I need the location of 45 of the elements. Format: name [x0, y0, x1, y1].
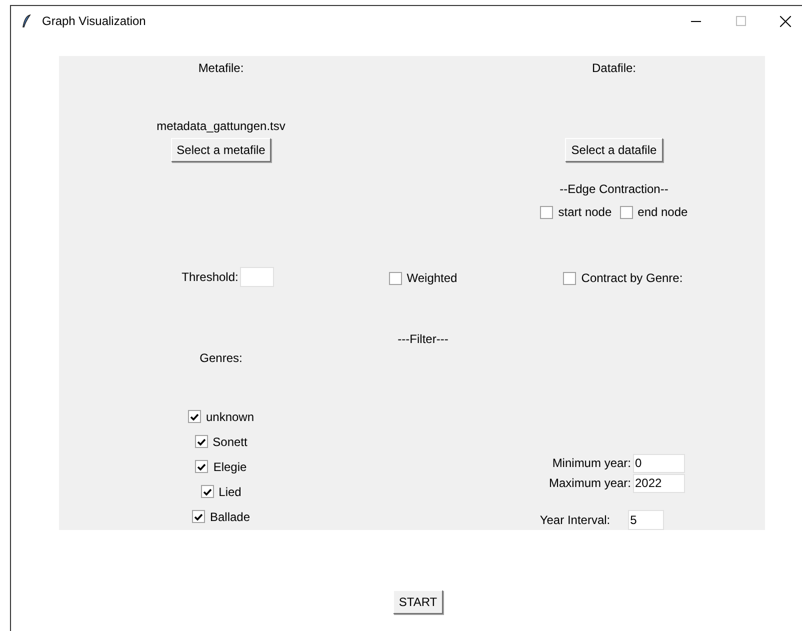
checkbox[interactable]: [195, 460, 208, 473]
checkbox[interactable]: [620, 206, 633, 218]
edge-contraction-checkbox[interactable]: start node: [538, 201, 614, 223]
datafile-label: Datafile:: [592, 60, 636, 76]
select-metafile-button[interactable]: Select a metafile: [170, 138, 272, 162]
year-field[interactable]: 0: [633, 454, 685, 472]
genre-checkbox[interactable]: Lied: [198, 480, 244, 502]
checkbox[interactable]: [200, 485, 214, 498]
checkbox[interactable]: [388, 272, 402, 284]
edge-contraction-heading: --Edge Contraction--: [560, 181, 668, 197]
checkbox[interactable]: [188, 410, 201, 423]
feather-icon: [22, 14, 32, 28]
metafile-label: Metafile:: [198, 60, 244, 76]
checkbox[interactable]: [192, 510, 205, 523]
window-title: Graph Visualization: [42, 13, 146, 30]
year-label: Minimum year:: [552, 455, 631, 471]
minimize-icon: [690, 20, 700, 22]
checkmark-icon: [190, 412, 199, 420]
genre-checkbox[interactable]: Elegie: [193, 456, 249, 478]
checkbox[interactable]: [563, 272, 576, 284]
filter-heading: ---Filter---: [398, 331, 448, 347]
genre-checkbox[interactable]: Sonett: [192, 430, 250, 452]
year-interval-field[interactable]: 5: [628, 510, 664, 530]
start-button[interactable]: START: [392, 590, 444, 614]
checkmark-icon: [196, 438, 206, 446]
checkmark-icon: [197, 462, 206, 470]
contract-by-genre-checkbox[interactable]: Contract by Genre:: [561, 267, 685, 289]
checkmark-icon: [194, 512, 203, 520]
weighted-checkbox[interactable]: Weighted: [386, 267, 460, 289]
metafile-name: metadata_gattungen.tsv: [156, 118, 286, 134]
year-label: Maximum year:: [548, 475, 631, 491]
close-icon: [780, 16, 791, 26]
checkmark-icon: [202, 488, 212, 496]
year-field[interactable]: 2022: [633, 474, 685, 492]
select-datafile-button[interactable]: Select a datafile: [565, 138, 663, 162]
threshold-label: Threshold:: [182, 269, 238, 285]
year-interval-label: Year Interval:: [540, 512, 610, 528]
maximize-icon: [736, 16, 746, 26]
checkbox[interactable]: [194, 435, 208, 448]
threshold-field[interactable]: [240, 267, 274, 287]
genres-label: Genres:: [200, 350, 242, 366]
edge-contraction-checkbox[interactable]: end node: [618, 201, 690, 223]
genre-checkbox[interactable]: Ballade: [190, 506, 252, 528]
checkbox[interactable]: [540, 206, 554, 218]
genre-checkbox[interactable]: unknown: [186, 406, 256, 428]
